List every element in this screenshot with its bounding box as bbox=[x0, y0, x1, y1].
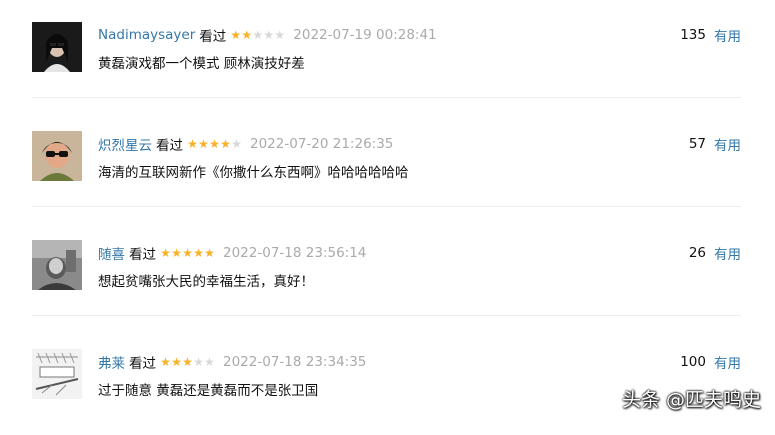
comment-meta: 随喜 看过 ★ ★ ★ ★ ★ 2022-07-18 23:56:14 bbox=[98, 243, 366, 263]
comment-item: 炽烈星云 看过 ★ ★ ★ ★ ★ 2022-07-20 21:26:35 57 有用 … bbox=[0, 109, 775, 217]
author-link[interactable]: 弗莱 bbox=[98, 352, 125, 372]
star-filled-icon: ★ bbox=[209, 137, 220, 151]
vote-area: 57 有用 bbox=[689, 134, 741, 154]
star-filled-icon: ★ bbox=[182, 355, 193, 369]
star-filled-icon: ★ bbox=[187, 137, 198, 151]
watermark: 头条 @匹夫鸣史 bbox=[621, 389, 761, 411]
rating-stars: ★ ★ ★ ★ ★ bbox=[160, 247, 215, 259]
useful-button[interactable]: 有用 bbox=[714, 134, 741, 154]
comment-meta: 炽烈星云 看过 ★ ★ ★ ★ ★ 2022-07-20 21:26:35 bbox=[98, 134, 393, 154]
useful-button[interactable]: 有用 bbox=[714, 352, 741, 372]
useful-button[interactable]: 有用 bbox=[714, 25, 741, 45]
watch-status: 看过 bbox=[129, 247, 156, 263]
author-link[interactable]: Nadimaysayer bbox=[98, 27, 195, 43]
comment-item: Nadimaysayer 看过 ★ ★ ★ ★ ★ 2022-07-19 00:28:4… bbox=[0, 0, 775, 108]
vote-area: 26 有用 bbox=[689, 243, 741, 263]
star-filled-icon: ★ bbox=[160, 355, 171, 369]
avatar[interactable] bbox=[32, 349, 82, 399]
comment-text: 过于随意 黄磊还是黄磊而不是张卫国 bbox=[98, 383, 319, 399]
star-filled-icon: ★ bbox=[171, 355, 182, 369]
comment-meta: 弗莱 看过 ★ ★ ★ ★ ★ 2022-07-18 23:34:35 bbox=[98, 352, 366, 372]
star-filled-icon: ★ bbox=[241, 28, 253, 42]
rating-stars: ★ ★ ★ ★ ★ bbox=[187, 138, 242, 150]
comment-item: 弗莱 看过 ★ ★ ★ ★ ★ 2022-07-18 23:34:35 100 有用 过… bbox=[0, 327, 775, 435]
useful-button[interactable]: 有用 bbox=[714, 243, 741, 263]
comment-text: 想起贫嘴张大民的幸福生活，真好！ bbox=[98, 274, 314, 290]
star-filled-icon: ★ bbox=[230, 28, 242, 42]
star-filled-icon: ★ bbox=[220, 137, 231, 151]
watch-status: 看过 bbox=[129, 356, 156, 372]
comment-date: 2022-07-18 23:56:14 bbox=[223, 245, 367, 261]
comment-date: 2022-07-20 21:26:35 bbox=[250, 136, 394, 152]
comment-meta: Nadimaysayer 看过 ★ ★ ★ ★ ★ 2022-07-19 00:28:4… bbox=[98, 25, 437, 45]
avatar[interactable] bbox=[32, 22, 82, 72]
star-empty-icon: ★ bbox=[263, 28, 275, 42]
star-empty-icon: ★ bbox=[252, 28, 264, 42]
rating-stars: ★ ★ ★ ★ ★ bbox=[230, 29, 285, 41]
avatar[interactable] bbox=[32, 131, 82, 181]
comment-date: 2022-07-19 00:28:41 bbox=[293, 27, 437, 43]
star-filled-icon: ★ bbox=[182, 246, 193, 260]
star-empty-icon: ★ bbox=[231, 137, 242, 151]
star-empty-icon: ★ bbox=[204, 355, 215, 369]
star-empty-icon: ★ bbox=[193, 355, 204, 369]
watch-status: 看过 bbox=[199, 29, 227, 45]
vote-count: 100 bbox=[680, 354, 706, 370]
star-filled-icon: ★ bbox=[198, 137, 209, 151]
comment-text: 海清的互联网新作《你撒什么东西啊》哈哈哈哈哈哈 bbox=[98, 165, 409, 181]
comment-date: 2022-07-18 23:34:35 bbox=[223, 354, 367, 370]
rating-stars: ★ ★ ★ ★ ★ bbox=[160, 356, 215, 368]
author-link[interactable]: 随喜 bbox=[98, 243, 125, 263]
author-link[interactable]: 炽烈星云 bbox=[98, 134, 152, 154]
star-empty-icon: ★ bbox=[274, 28, 286, 42]
watch-status: 看过 bbox=[156, 138, 183, 154]
vote-area: 135 有用 bbox=[680, 25, 741, 45]
vote-count: 57 bbox=[688, 136, 706, 152]
comment-text: 黄磊演戏都一个模式 顾林演技好差 bbox=[98, 56, 305, 72]
avatar[interactable] bbox=[32, 240, 82, 290]
star-filled-icon: ★ bbox=[171, 246, 182, 260]
vote-count: 26 bbox=[688, 245, 706, 261]
divider bbox=[32, 315, 741, 316]
divider bbox=[32, 206, 741, 207]
star-filled-icon: ★ bbox=[160, 246, 171, 260]
divider bbox=[32, 97, 741, 98]
vote-area: 100 有用 bbox=[680, 352, 741, 372]
vote-count: 135 bbox=[680, 27, 706, 43]
star-filled-icon: ★ bbox=[193, 246, 204, 260]
star-filled-icon: ★ bbox=[204, 246, 215, 260]
comment-item: 随喜 看过 ★ ★ ★ ★ ★ 2022-07-18 23:56:14 26 有用 想起… bbox=[0, 218, 775, 326]
